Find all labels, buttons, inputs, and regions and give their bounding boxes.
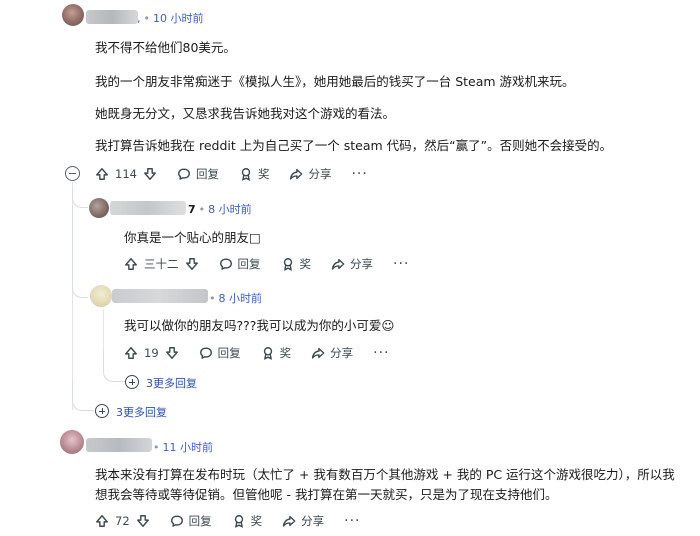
share-button[interactable]: 分享 <box>311 345 353 361</box>
timestamp: 10 小时前 <box>153 12 204 25</box>
downvote-icon[interactable] <box>136 514 150 528</box>
username-redacted[interactable] <box>86 10 138 24</box>
avatar[interactable] <box>60 430 84 454</box>
award-button[interactable]: 奖 <box>261 345 291 361</box>
vote-count: 72 <box>115 514 130 528</box>
avatar[interactable] <box>90 285 112 307</box>
more-options-button[interactable]: ··· <box>393 256 409 272</box>
vote-count: 114 <box>115 167 137 181</box>
timestamp: 11 小时前 <box>162 441 214 454</box>
reply-button[interactable]: 回复 <box>170 513 212 529</box>
comment-meta: • 8 小时前 <box>209 292 263 305</box>
reply-icon <box>177 167 191 181</box>
thread-connector-reply-2 <box>72 206 88 298</box>
downvote-icon[interactable] <box>143 167 157 181</box>
comment-meta: • 11 小时前 <box>153 441 214 454</box>
action-bar: 72 回复 奖 分享 ··· <box>95 510 361 532</box>
upvote-icon[interactable] <box>124 346 138 360</box>
more-replies-link[interactable]: 3更多回复 <box>146 375 197 391</box>
vote-count: 19 <box>144 346 159 360</box>
action-bar: 19 回复 奖 分享 ··· <box>124 342 390 364</box>
comment-text-line: 想我会等待或等待促销。但管他呢 - 我打算在第一天就买，只是为了现在支持他们。 <box>95 487 558 502</box>
more-options-button[interactable]: ··· <box>373 345 389 361</box>
award-button[interactable]: 奖 <box>232 513 262 529</box>
downvote-icon[interactable] <box>165 346 179 360</box>
share-button[interactable]: 分享 <box>282 513 324 529</box>
timestamp: 8 小时前 <box>208 203 252 216</box>
action-bar: 114 回复 奖 分享 ··· <box>95 163 368 185</box>
collapse-thread-button[interactable] <box>65 166 80 181</box>
expand-more-replies-icon[interactable] <box>95 404 109 418</box>
reply-button[interactable]: 回复 <box>219 256 261 272</box>
avatar[interactable] <box>62 4 84 26</box>
action-bar: 三十二 回复 奖 分享 ··· <box>124 253 409 275</box>
reply-button[interactable]: 回复 <box>199 345 241 361</box>
comment-text-line: 你真是一个贴心的朋友□ <box>124 230 261 245</box>
comment-text-line: 我可以做你的朋友吗???我可以成为你的小可爱☺ <box>124 318 395 333</box>
thread-connector-reply-1 <box>72 188 88 208</box>
username-redacted[interactable] <box>112 289 208 303</box>
upvote-icon[interactable] <box>95 167 109 181</box>
share-button[interactable]: 分享 <box>331 256 373 272</box>
award-icon <box>239 167 253 181</box>
more-options-button[interactable]: ··· <box>351 166 367 182</box>
comment-text-line: 她既身无分文，又恳求我告诉她我对这个游戏的看法。 <box>95 106 396 121</box>
share-icon <box>331 257 345 271</box>
reply-button[interactable]: 回复 <box>177 166 219 182</box>
expand-more-replies-icon[interactable] <box>125 375 139 389</box>
share-button[interactable]: 分享 <box>289 166 331 182</box>
share-icon <box>282 514 296 528</box>
thread-connector-more-replies-top <box>72 380 94 411</box>
more-options-button[interactable]: ··· <box>344 513 360 529</box>
reply-icon <box>199 346 213 360</box>
award-button[interactable]: 奖 <box>239 166 269 182</box>
reply-icon <box>219 257 233 271</box>
award-icon <box>281 257 295 271</box>
award-icon <box>261 346 275 360</box>
comment-meta: 7 • 8 小时前 <box>188 203 252 216</box>
share-icon <box>311 346 325 360</box>
username-redacted[interactable] <box>86 438 152 452</box>
downvote-icon[interactable] <box>185 257 199 271</box>
vote-count: 三十二 <box>144 257 179 271</box>
comment-text-line: 我打算告诉她我在 reddit 上为自己买了一个 steam 代码，然后“赢了”… <box>95 138 613 153</box>
comment-text-line: 我的一个朋友非常痴迷于《模拟人生》，她用她最后的钱买了一台 Steam 游戏机来… <box>95 74 575 89</box>
thread-connector-more-replies-nested <box>103 350 125 382</box>
avatar[interactable] <box>89 198 109 218</box>
award-icon <box>232 514 246 528</box>
reply-icon <box>170 514 184 528</box>
share-icon <box>289 167 303 181</box>
more-replies-link[interactable]: 3更多回复 <box>116 404 167 420</box>
upvote-icon[interactable] <box>124 257 138 271</box>
comment-text-line: 我不得不给他们80美元。 <box>95 40 236 55</box>
upvote-icon[interactable] <box>95 514 109 528</box>
timestamp: 8 小时前 <box>218 292 263 305</box>
comment-text-line: 我本来没有打算在发布时玩（太忙了 + 我有数百万个其他游戏 + 我的 PC 运行… <box>95 467 675 482</box>
comment-meta: , • 10 小时前 <box>137 12 204 25</box>
award-button[interactable]: 奖 <box>281 256 311 272</box>
username-redacted[interactable] <box>110 201 186 215</box>
